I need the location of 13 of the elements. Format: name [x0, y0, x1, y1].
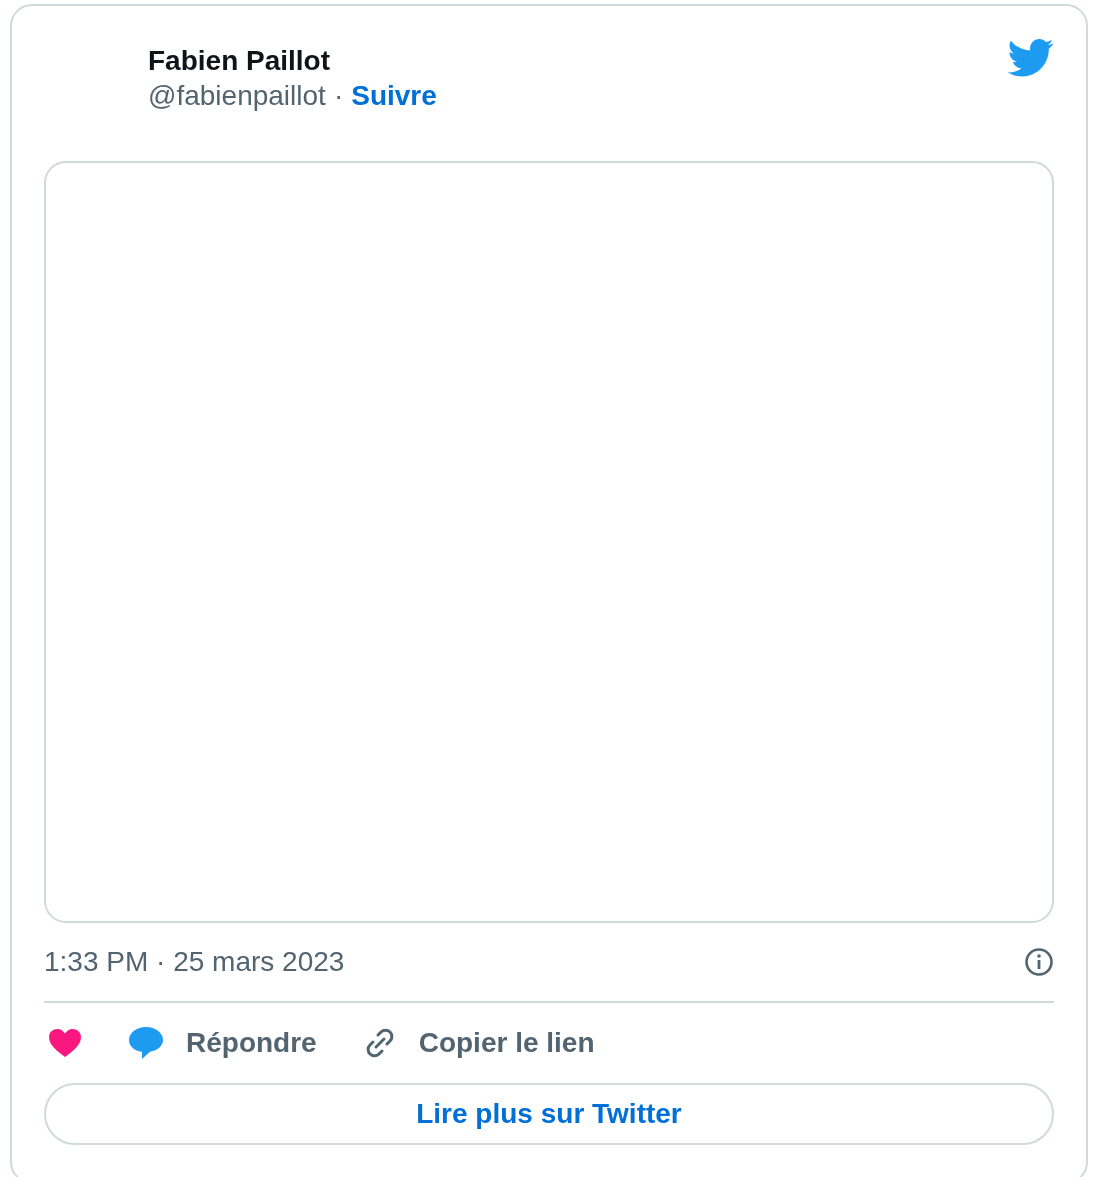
timestamp[interactable]: 1:33 PM · 25 mars 2023: [44, 940, 345, 983]
copy-link-button[interactable]: Copier le lien: [362, 1021, 595, 1064]
bird-icon[interactable]: [1008, 38, 1054, 78]
heart-icon: [48, 1027, 82, 1058]
separator: ·: [333, 78, 344, 113]
follow-link[interactable]: Suivre: [351, 77, 437, 113]
like-button[interactable]: [48, 1027, 82, 1058]
info-icon[interactable]: [1024, 946, 1054, 977]
author-name: Fabien Paillot: [148, 44, 332, 78]
read-more-button[interactable]: Lire plus sur Twitter: [44, 1082, 1054, 1145]
reply-button[interactable]: Répondre: [128, 1021, 317, 1064]
author-handle: @fabienpaillot: [148, 78, 326, 113]
speech-bubble-icon: [128, 1025, 164, 1060]
